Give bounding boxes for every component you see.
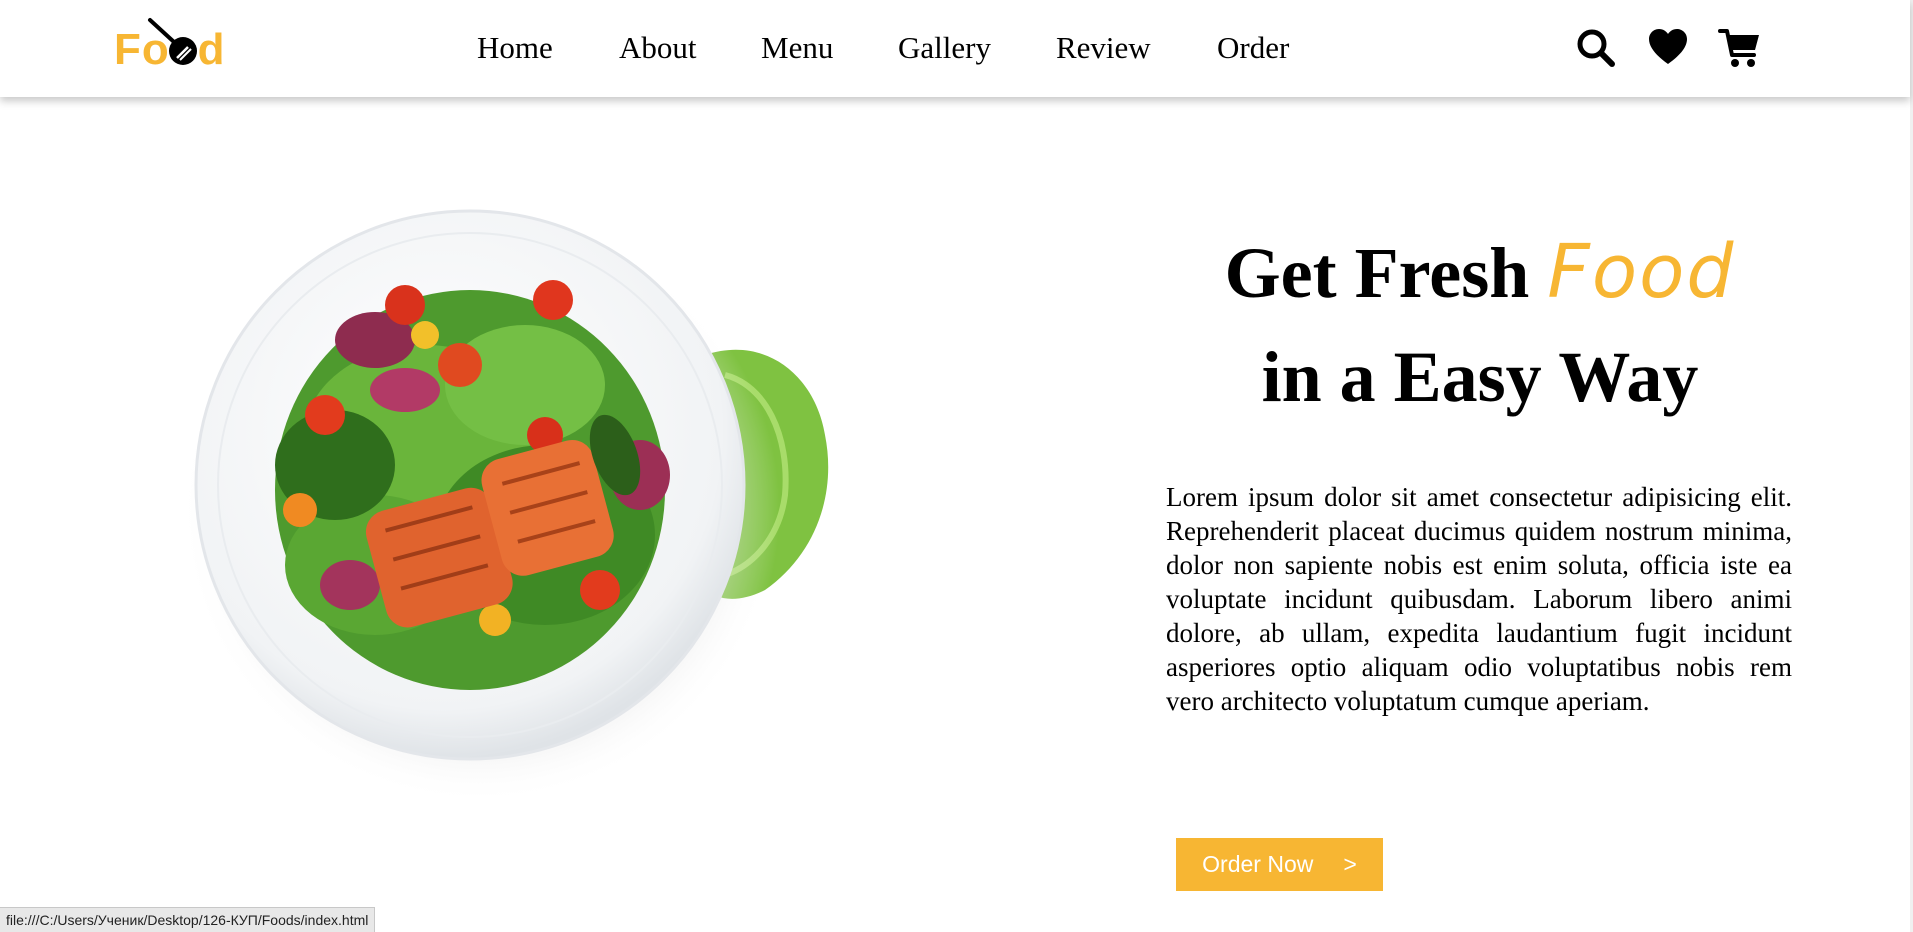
heart-icon[interactable] bbox=[1646, 26, 1690, 70]
order-now-label: Order Now bbox=[1202, 851, 1314, 877]
nav-home[interactable]: Home bbox=[477, 30, 553, 66]
hero-title: Get Fresh Food in a Easy Way bbox=[1130, 220, 1830, 429]
nav-menu[interactable]: Menu bbox=[761, 30, 833, 66]
nav-about[interactable]: About bbox=[619, 30, 697, 66]
hero-title-line1: Get Fresh Food bbox=[1130, 220, 1830, 325]
hero-description: Lorem ipsum dolor sit amet consectetur a… bbox=[1166, 482, 1792, 716]
spoon-icon bbox=[148, 18, 197, 65]
salad-plate-image bbox=[125, 205, 845, 815]
hero-title-text: Get Fresh bbox=[1224, 233, 1530, 313]
search-icon[interactable] bbox=[1574, 26, 1618, 70]
nav-gallery[interactable]: Gallery bbox=[898, 30, 991, 66]
nav-order[interactable]: Order bbox=[1217, 30, 1289, 66]
nav-review[interactable]: Review bbox=[1056, 30, 1151, 66]
arrow-right-icon: > bbox=[1343, 851, 1357, 877]
hero-title-accent: Food bbox=[1547, 229, 1736, 315]
hero-title-line2: in a Easy Way bbox=[1261, 337, 1699, 417]
logo[interactable]: Food bbox=[114, 16, 234, 74]
browser-status-url: file:///C:/Users/Ученик/Desktop/126-КУП/… bbox=[0, 907, 376, 932]
site-header: Food Home About Menu Gallery Review Orde… bbox=[0, 0, 1910, 97]
order-now-button[interactable]: Order Now > bbox=[1176, 838, 1383, 891]
cart-icon[interactable] bbox=[1718, 26, 1762, 70]
